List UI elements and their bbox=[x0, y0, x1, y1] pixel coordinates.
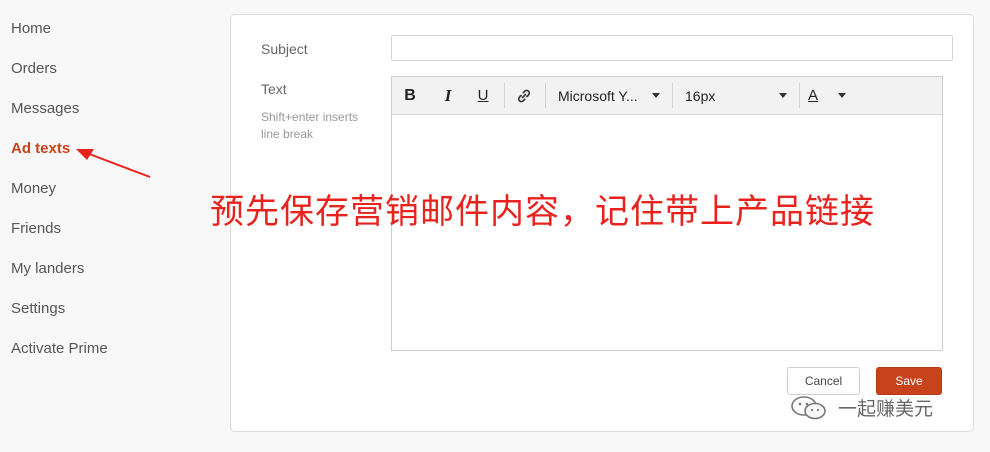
font-family-value: Microsoft Y... bbox=[558, 87, 638, 104]
bold-button[interactable]: B bbox=[398, 77, 422, 114]
sidebar-item-home[interactable]: Home bbox=[11, 20, 51, 37]
sidebar-item-ad-texts[interactable]: Ad texts bbox=[11, 140, 70, 157]
sidebar-item-friends[interactable]: Friends bbox=[11, 220, 61, 237]
watermark-text: 一起赚美元 bbox=[838, 399, 934, 420]
watermark: 一起赚美元 bbox=[790, 394, 933, 421]
sidebar: Home Orders Messages Ad texts Money Frie… bbox=[0, 0, 220, 452]
toolbar-divider bbox=[799, 83, 800, 108]
save-button[interactable]: Save bbox=[876, 367, 942, 395]
italic-button[interactable]: I bbox=[436, 77, 460, 114]
editor-toolbar: B I U Microsoft Y... 16px A bbox=[392, 77, 942, 115]
annotation-arrow-icon bbox=[76, 149, 151, 178]
subject-input[interactable] bbox=[391, 35, 953, 61]
sidebar-item-money[interactable]: Money bbox=[11, 180, 56, 197]
text-color-icon: A bbox=[808, 87, 819, 104]
link-icon bbox=[517, 89, 531, 102]
text-color-button[interactable]: A bbox=[804, 77, 850, 114]
toolbar-divider bbox=[504, 83, 505, 108]
font-size-value: 16px bbox=[685, 87, 716, 104]
sidebar-item-activate-prime[interactable]: Activate Prime bbox=[11, 340, 108, 357]
cancel-button[interactable]: Cancel bbox=[787, 367, 860, 395]
sidebar-item-settings[interactable]: Settings bbox=[11, 300, 65, 317]
text-label: Text bbox=[261, 81, 287, 97]
chevron-down-icon bbox=[838, 93, 846, 98]
link-button[interactable] bbox=[511, 77, 537, 114]
chevron-down-icon bbox=[652, 93, 660, 98]
underline-button[interactable]: U bbox=[471, 77, 495, 114]
annotation-text: 预先保存营销邮件内容，记住带上产品链接 bbox=[210, 192, 875, 232]
bold-icon: B bbox=[404, 86, 416, 104]
sidebar-item-my-landers[interactable]: My landers bbox=[11, 260, 84, 277]
font-size-select[interactable]: 16px bbox=[679, 77, 793, 114]
sidebar-item-orders[interactable]: Orders bbox=[11, 60, 57, 77]
underline-icon: U bbox=[477, 87, 489, 104]
text-hint: Shift+enter inserts line break bbox=[261, 110, 359, 141]
toolbar-divider bbox=[545, 83, 546, 108]
subject-label: Subject bbox=[261, 41, 308, 57]
italic-icon: I bbox=[444, 85, 452, 105]
wechat-icon bbox=[791, 395, 826, 419]
font-family-select[interactable]: Microsoft Y... bbox=[552, 77, 666, 114]
chevron-down-icon bbox=[779, 93, 787, 98]
toolbar-divider bbox=[672, 83, 673, 108]
sidebar-item-messages[interactable]: Messages bbox=[11, 100, 79, 117]
